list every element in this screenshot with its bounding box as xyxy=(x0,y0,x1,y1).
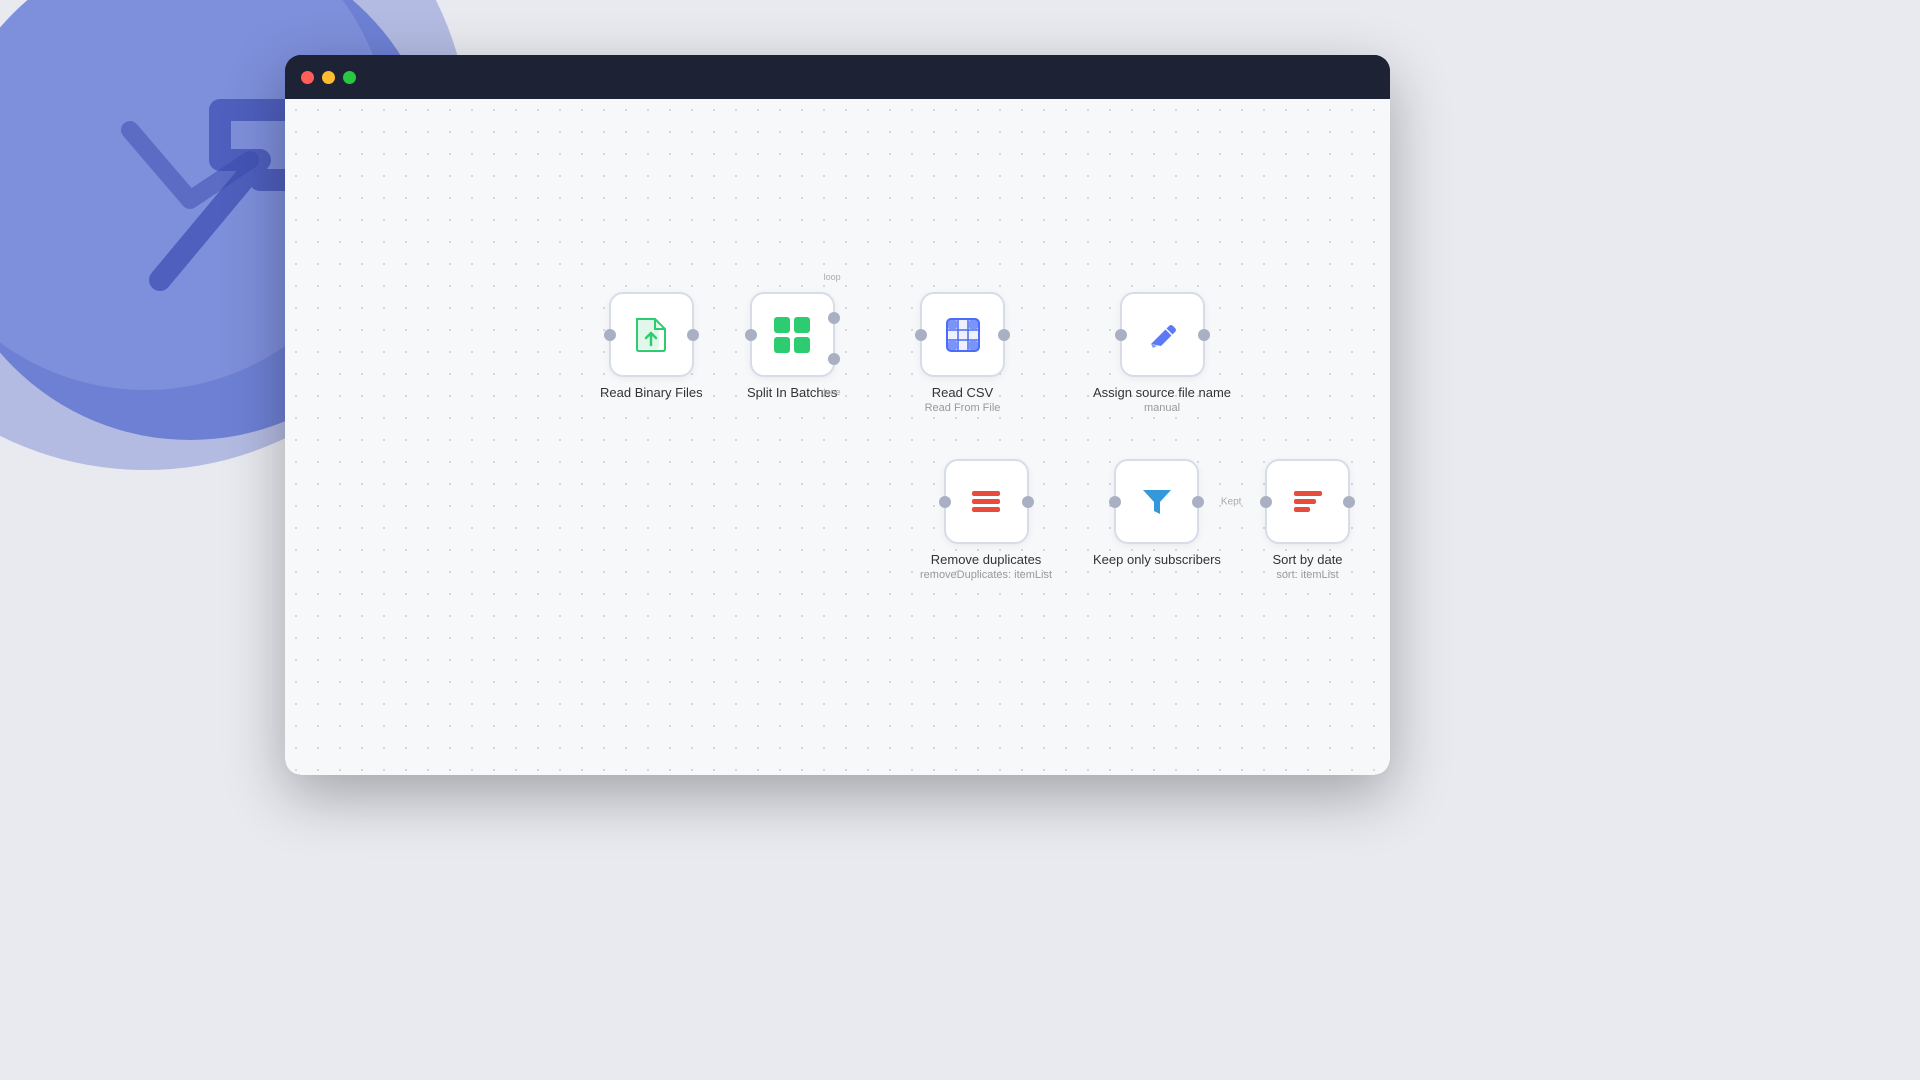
port-left-remove-dup xyxy=(939,496,951,508)
funnel-icon xyxy=(1139,484,1175,520)
node-remove-duplicates[interactable]: Remove duplicates removeDuplicates: item… xyxy=(920,459,1052,581)
node-split-in-batches[interactable]: loop done Split In Batches xyxy=(747,292,837,400)
minimize-button[interactable] xyxy=(322,71,335,84)
table-icon xyxy=(944,316,982,354)
node-assign-source[interactable]: Assign source file name manual xyxy=(1093,292,1231,414)
workflow-canvas: Read Binary Files loop done Spli xyxy=(285,99,1390,775)
port-right-keep-subs xyxy=(1192,496,1204,508)
node-label-keep-subs: Keep only subscribers xyxy=(1093,552,1221,567)
node-read-binary-files[interactable]: Read Binary Files xyxy=(600,292,703,400)
port-right-read-binary xyxy=(687,329,699,341)
grid-icon xyxy=(770,313,814,357)
titlebar xyxy=(285,55,1390,99)
node-keep-subscribers[interactable]: Kept Keep only subscribers xyxy=(1093,459,1221,567)
node-label-read-binary: Read Binary Files xyxy=(600,385,703,400)
port-left-assign xyxy=(1115,329,1127,341)
list-icon-remove xyxy=(968,484,1004,520)
port-done-split xyxy=(828,353,840,365)
port-loop-split xyxy=(828,312,840,324)
dot-grid-bg xyxy=(285,99,1390,775)
node-box-read-csv xyxy=(920,292,1005,377)
node-label-remove-dup: Remove duplicates xyxy=(931,552,1042,567)
node-label-assign: Assign source file name xyxy=(1093,385,1231,400)
port-left-keep-subs xyxy=(1109,496,1121,508)
file-upload-icon xyxy=(631,315,671,355)
port-right-remove-dup xyxy=(1022,496,1034,508)
node-box-sort xyxy=(1265,459,1350,544)
close-button[interactable] xyxy=(301,71,314,84)
browser-window: Read Binary Files loop done Spli xyxy=(285,55,1390,775)
port-label-done: done xyxy=(821,387,841,397)
port-label-kept: Kept xyxy=(1221,496,1242,507)
node-label-read-csv: Read CSV xyxy=(932,385,993,400)
port-right-csv xyxy=(998,329,1010,341)
port-left-split xyxy=(745,329,757,341)
node-box-split: loop done xyxy=(750,292,835,377)
node-sublabel-sort: sort: itemList xyxy=(1276,569,1338,581)
node-sublabel-remove-dup: removeDuplicates: itemList xyxy=(920,569,1052,581)
node-sublabel-assign: manual xyxy=(1144,402,1180,414)
node-box-assign xyxy=(1120,292,1205,377)
node-label-sort: Sort by date xyxy=(1272,552,1342,567)
node-box-remove-dup xyxy=(944,459,1029,544)
port-left-csv xyxy=(915,329,927,341)
node-box-keep-subs: Kept xyxy=(1114,459,1199,544)
node-sort-by-date[interactable]: Sort by date sort: itemList xyxy=(1265,459,1350,581)
port-left-sort xyxy=(1260,496,1272,508)
node-box-read-binary xyxy=(609,292,694,377)
port-right-assign xyxy=(1198,329,1210,341)
port-label-loop: loop xyxy=(824,272,841,282)
pencil-icon xyxy=(1143,316,1181,354)
port-left-read-binary xyxy=(604,329,616,341)
port-right-sort xyxy=(1343,496,1355,508)
node-sublabel-read-csv: Read From File xyxy=(925,402,1001,414)
node-read-csv[interactable]: Read CSV Read From File xyxy=(920,292,1005,414)
maximize-button[interactable] xyxy=(343,71,356,84)
sort-icon xyxy=(1290,484,1326,520)
